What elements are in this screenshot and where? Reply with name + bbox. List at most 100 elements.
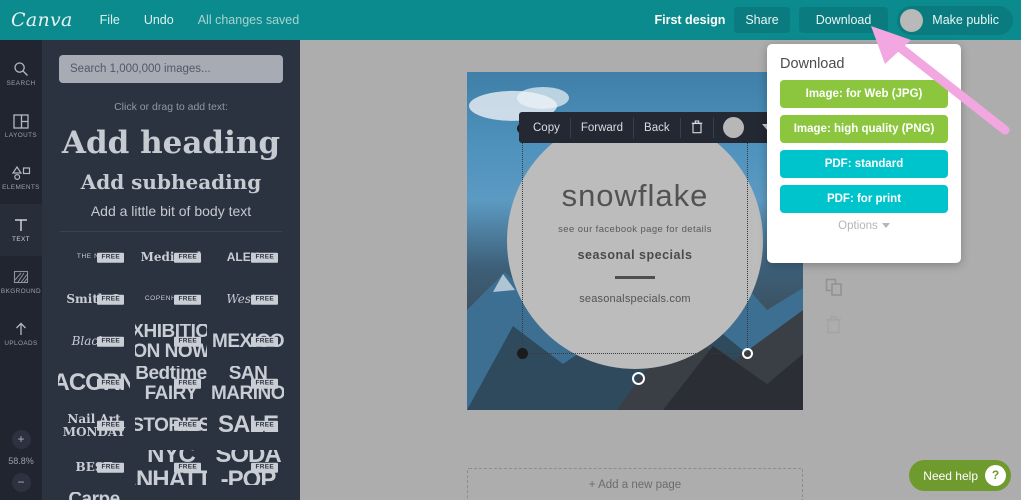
download-panel-title: Download xyxy=(780,56,845,72)
font-template-card[interactable]: MUSCARELLOFREE xyxy=(135,492,207,500)
font-template-card[interactable]: COPENHAGEN FREE xyxy=(135,282,207,317)
font-template-card[interactable]: STORIES FREE xyxy=(135,408,207,443)
font-template-card[interactable]: Smith & FREE xyxy=(58,282,130,317)
font-template-card[interactable]: speFREE xyxy=(212,492,284,500)
sidebar-item-background[interactable]: BKGROUND xyxy=(0,256,42,308)
duplicate-page-icon[interactable] xyxy=(825,278,855,303)
add-subheading-button[interactable]: Add subheading xyxy=(42,170,300,194)
free-badge: FREE xyxy=(97,420,124,431)
font-template-card[interactable]: West ✕ FREE xyxy=(212,282,284,317)
forward-button[interactable]: Forward xyxy=(571,117,635,138)
need-help-button[interactable]: Need help ? xyxy=(909,460,1011,491)
font-template-card[interactable]: THE NEW FREE xyxy=(58,240,130,275)
menu-item-file[interactable]: File xyxy=(100,13,120,27)
free-badge: FREE xyxy=(251,420,278,431)
text-panel: Click or drag to add text: Add heading A… xyxy=(42,40,300,500)
font-template-grid: THE NEW FREE Medieval FREE ALEX ♥ FREE Smith &… xyxy=(42,232,300,500)
trash-icon[interactable] xyxy=(681,117,714,138)
font-template-card[interactable]: NYC MANHATTANFREE xyxy=(135,450,207,485)
back-button[interactable]: Back xyxy=(634,117,681,138)
free-badge: FREE xyxy=(174,252,201,263)
zoom-in-button[interactable]: + xyxy=(11,430,31,449)
search-input[interactable] xyxy=(59,55,283,83)
element-context-toolbar: Copy Forward Back xyxy=(519,112,787,143)
add-body-text-button[interactable]: Add a little bit of body text xyxy=(42,203,300,219)
top-bar-actions: First design Share Download Make public xyxy=(655,0,1013,40)
design-tagline-text: seasonal specials xyxy=(577,247,693,262)
download-pdf-print-button[interactable]: PDF: for print xyxy=(780,185,948,213)
font-template-card[interactable]: SAN MARINO FREE xyxy=(212,366,284,401)
font-template-card[interactable]: SODA -POP FREE xyxy=(212,450,284,485)
add-heading-button[interactable]: Add heading xyxy=(42,125,300,161)
font-template-card[interactable]: SALE FREE xyxy=(212,408,284,443)
selection-edge-right xyxy=(747,128,748,354)
free-badge: FREE xyxy=(251,462,278,473)
sidebar-item-label: ELEMENTS xyxy=(2,183,40,191)
menu-item-undo[interactable]: Undo xyxy=(144,13,174,27)
font-template-card[interactable]: EXHIBITION ON NOWFREE xyxy=(135,324,207,359)
delete-page-icon[interactable] xyxy=(825,315,855,339)
font-template-card[interactable]: Blackst FREE xyxy=(58,324,130,359)
font-template-card[interactable]: Medieval FREE xyxy=(135,240,207,275)
free-badge: FREE xyxy=(174,378,201,389)
resize-handle-bottom-left[interactable] xyxy=(517,348,528,359)
share-button[interactable]: Share xyxy=(734,7,790,33)
free-badge: FREE xyxy=(251,294,278,305)
sidebar-item-layouts[interactable]: LAYOUTS xyxy=(0,100,42,152)
download-dropdown-panel: Download Image: for Web (JPG) Image: hig… xyxy=(767,36,961,263)
resize-handle-bottom-right[interactable] xyxy=(742,348,753,359)
font-template-card[interactable]: Carpe DiemFREE xyxy=(58,492,130,500)
layouts-icon xyxy=(13,113,29,129)
design-title[interactable]: First design xyxy=(655,13,726,27)
toggle-knob xyxy=(900,8,924,32)
zoom-out-button[interactable]: − xyxy=(11,473,31,492)
selection-edge-left xyxy=(522,128,523,354)
canva-logo[interactable]: Canva xyxy=(11,9,73,31)
sidebar-item-label: UPLOADS xyxy=(4,340,38,347)
download-button[interactable]: Download xyxy=(798,7,889,33)
download-jpg-button[interactable]: Image: for Web (JPG) xyxy=(780,80,948,108)
free-badge: FREE xyxy=(97,294,124,305)
free-badge: FREE xyxy=(174,336,201,347)
top-menu: File Undo All changes saved xyxy=(100,13,300,27)
save-status: All changes saved xyxy=(197,13,300,27)
copy-button[interactable]: Copy xyxy=(523,117,571,138)
sidebar-item-label: SEARCH xyxy=(6,80,36,87)
font-template-card[interactable]: MEXICO FREE xyxy=(212,324,284,359)
top-bar: Canva File Undo All changes saved First … xyxy=(0,0,1021,40)
font-template-card[interactable]: Bedtime FAIRY FREE xyxy=(135,366,207,401)
add-new-page-button[interactable]: + Add a new page xyxy=(467,468,803,500)
free-badge: FREE xyxy=(97,378,124,389)
sidebar-item-uploads[interactable]: UPLOADS xyxy=(0,308,42,360)
text-icon xyxy=(13,217,29,233)
rotate-handle[interactable] xyxy=(632,372,645,385)
sidebar-item-search[interactable]: SEARCH xyxy=(0,48,42,100)
sidebar-item-elements[interactable]: ELEMENTS xyxy=(0,152,42,204)
font-template-card[interactable]: Nail Art MONDAY FREE xyxy=(58,408,130,443)
free-badge: FREE xyxy=(251,336,278,347)
free-badge: FREE xyxy=(97,462,124,473)
free-badge: FREE xyxy=(251,378,278,389)
download-png-button[interactable]: Image: high quality (PNG) xyxy=(780,115,948,143)
download-pdf-standard-button[interactable]: PDF: standard xyxy=(780,150,948,178)
tool-rail: SEARCH LAYOUTS ELEMENTS TEXT BKGROUND UP… xyxy=(0,40,42,500)
design-circle-badge[interactable]: snowflake see our facebook page for deta… xyxy=(507,113,763,369)
zoom-level: 58.8% xyxy=(8,456,34,466)
font-template-card[interactable]: BEST FREE xyxy=(58,450,130,485)
make-public-toggle[interactable]: Make public xyxy=(897,5,1013,35)
zoom-controls: + 58.8% − xyxy=(0,430,42,492)
font-template-card[interactable]: ALEX ♥ FREE xyxy=(212,240,284,275)
selection-edge-bottom xyxy=(522,353,748,354)
download-options-toggle[interactable]: Options xyxy=(780,220,948,232)
free-badge: FREE xyxy=(174,294,201,305)
design-url-text: seasonalspecials.com xyxy=(579,292,691,305)
make-public-label: Make public xyxy=(932,13,999,27)
color-swatch-button[interactable] xyxy=(722,117,744,138)
need-help-label: Need help xyxy=(923,468,978,483)
free-badge: FREE xyxy=(97,336,124,347)
sidebar-item-text[interactable]: TEXT xyxy=(0,204,42,256)
chevron-down-icon xyxy=(881,223,890,229)
elements-icon xyxy=(11,165,31,181)
sidebar-item-label: TEXT xyxy=(12,236,30,243)
font-template-card[interactable]: ACORNFREE xyxy=(58,366,130,401)
